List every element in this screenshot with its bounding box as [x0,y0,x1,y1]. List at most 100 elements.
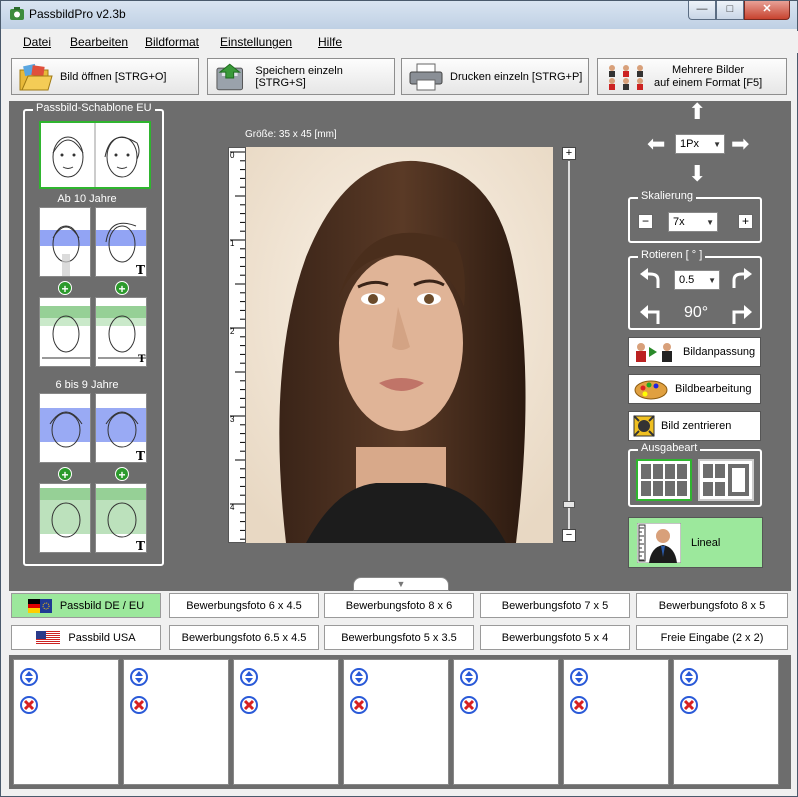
zoom-in-button[interactable]: + [562,147,576,160]
scale-minus-button[interactable]: − [638,214,653,229]
scale-plus-button[interactable]: + [738,214,753,229]
delete-icon[interactable] [350,696,368,714]
rotate-step-select[interactable]: 0.5 ▼ [674,270,720,290]
menu-einstellungen[interactable]: Einstellungen [220,35,292,49]
child-face-outline-icon [40,408,90,448]
move-left-icon[interactable]: ⬅ [647,133,665,155]
zoom-slider[interactable]: + − [562,147,576,543]
reorder-icon[interactable] [130,668,148,686]
template-age6-blue-right[interactable]: T [95,393,147,463]
template-age6-green-left[interactable] [39,483,91,553]
reorder-icon[interactable] [570,668,588,686]
add-template-icon[interactable]: + [58,467,72,482]
thumbnail-slot[interactable] [13,659,119,785]
open-image-button[interactable]: Bild öffnen [STRG+O] [11,58,199,95]
rotate-group-title: Rotieren [ ° ] [638,249,706,261]
grid-layout-icon [641,464,687,496]
output-single-option[interactable] [698,459,754,501]
delete-icon[interactable] [240,696,258,714]
image-adjust-label: Bildanpassung [683,346,756,358]
move-down-icon[interactable]: ⬇ [688,163,706,185]
format-bewerbung-5x4[interactable]: Bewerbungsfoto 5 x 4 [480,625,630,650]
child-face-outline-icon: T [96,488,146,552]
collapse-tab[interactable]: ▼ [353,577,449,591]
thumbnail-slot[interactable] [343,659,449,785]
reorder-icon[interactable] [680,668,698,686]
ruler-toggle-button[interactable]: Lineal [628,517,763,568]
image-edit-button[interactable]: Bildbearbeitung [628,374,761,404]
menu-bearbeiten[interactable]: Bearbeiten [70,35,128,49]
ruler-tick-2: 2 [230,327,235,336]
format-bewerbung-8x6[interactable]: Bewerbungsfoto 8 x 6 [324,593,474,618]
add-template-icon[interactable]: + [58,281,72,296]
person-ruler-icon [637,522,681,563]
center-image-button[interactable]: Bild zentrieren [628,411,761,441]
move-step-select[interactable]: 1Px ▼ [675,134,725,154]
format-label: Bewerbungsfoto 6 x 4.5 [186,599,302,612]
image-adjust-button[interactable]: Bildanpassung [628,337,761,367]
scale-value: 7x [673,216,685,228]
thumbnail-slot[interactable] [453,659,559,785]
template-age6-green-right[interactable]: T [95,483,147,553]
save-single-button[interactable]: Speichern einzeln [STRG+S] [207,58,395,95]
delete-icon[interactable] [570,696,588,714]
print-single-button[interactable]: Drucken einzeln [STRG+P] [401,58,589,95]
thumbnail-slot[interactable] [123,659,229,785]
delete-icon[interactable] [680,696,698,714]
rotate-90-left-icon[interactable] [638,302,662,324]
maximize-button[interactable]: □ [716,1,744,20]
delete-icon[interactable] [460,696,478,714]
ruler-tick-3: 3 [230,415,235,424]
move-up-icon[interactable]: ⬆ [688,101,706,123]
template-age6-blue-left[interactable] [39,393,91,463]
output-grid-option[interactable] [636,459,692,501]
delete-icon[interactable] [20,696,38,714]
add-template-icon[interactable]: + [115,281,129,296]
passport-photo[interactable] [246,147,553,543]
add-template-icon[interactable]: + [115,467,129,482]
template-age10-green-right[interactable]: T [95,297,147,367]
format-passbild-de-eu[interactable]: Passbild DE / EU [11,593,161,618]
close-button[interactable]: ✕ [744,1,790,20]
child-face-outline-icon [40,488,90,538]
minimize-button[interactable]: — [688,1,716,20]
rotate-90-right-icon[interactable] [730,302,754,324]
zoom-slider-thumb[interactable] [563,501,575,509]
template-eu-adult[interactable] [39,121,151,189]
format-bewerbung-6x45[interactable]: Bewerbungsfoto 6 x 4.5 [169,593,319,618]
rotate-left-icon[interactable] [638,268,662,290]
grid-cell [641,481,651,496]
template-age10-blue-right[interactable]: T [95,207,147,277]
delete-icon[interactable] [130,696,148,714]
menu-hilfe[interactable]: Hilfe [318,35,342,49]
multi-image-button[interactable]: Mehrere Bilder auf einem Format [F5] [597,58,787,95]
reorder-icon[interactable] [240,668,258,686]
zoom-out-button[interactable]: − [562,529,576,542]
template-age10-green-left[interactable] [39,297,91,367]
menu-bar: Datei Bearbeiten Bildformat Einstellunge… [2,31,798,53]
thumbnail-slot[interactable] [563,659,669,785]
flag-eu-de-icon [27,598,52,613]
format-bewerbung-5x35[interactable]: Bewerbungsfoto 5 x 3.5 [324,625,474,650]
open-folder-icon [19,63,53,90]
menu-datei[interactable]: Datei [23,35,51,49]
center-target-icon [633,415,655,437]
format-passbild-usa[interactable]: Passbild USA [11,625,161,650]
move-right-icon[interactable]: ➡ [731,133,749,155]
format-bewerbung-8x5[interactable]: Bewerbungsfoto 8 x 5 [636,593,788,618]
format-freie-eingabe[interactable]: Freie Eingabe (2 x 2) [636,625,788,650]
t-mark: T [136,263,145,277]
output-type-group: Ausgabeart [628,442,762,507]
rotate-right-icon[interactable] [730,268,754,290]
reorder-icon[interactable] [20,668,38,686]
grid-cell [665,481,675,496]
menu-bildformat[interactable]: Bildformat [145,35,199,49]
format-bewerbung-7x5[interactable]: Bewerbungsfoto 7 x 5 [480,593,630,618]
reorder-icon[interactable] [460,668,478,686]
thumbnail-slot[interactable] [673,659,779,785]
format-bewerbung-65x45[interactable]: Bewerbungsfoto 6.5 x 4.5 [169,625,319,650]
reorder-icon[interactable] [350,668,368,686]
template-age10-blue-left[interactable] [39,207,91,277]
thumbnail-slot[interactable] [233,659,339,785]
scale-select[interactable]: 7x ▼ [668,212,718,232]
